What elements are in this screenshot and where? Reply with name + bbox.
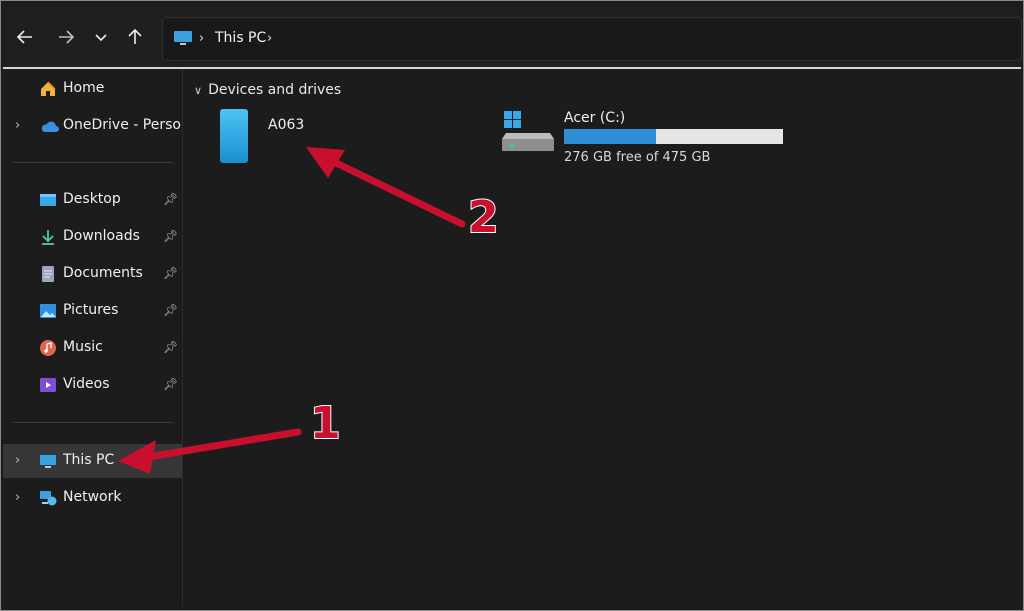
callout-1: 1 xyxy=(309,397,342,450)
annotation-arrow-2 xyxy=(326,156,466,228)
annotation-overlay xyxy=(118,147,466,474)
annotation-arrow-1 xyxy=(138,428,302,462)
callout-2: 2 xyxy=(467,191,500,244)
annotation-arrowhead-1 xyxy=(118,440,156,474)
